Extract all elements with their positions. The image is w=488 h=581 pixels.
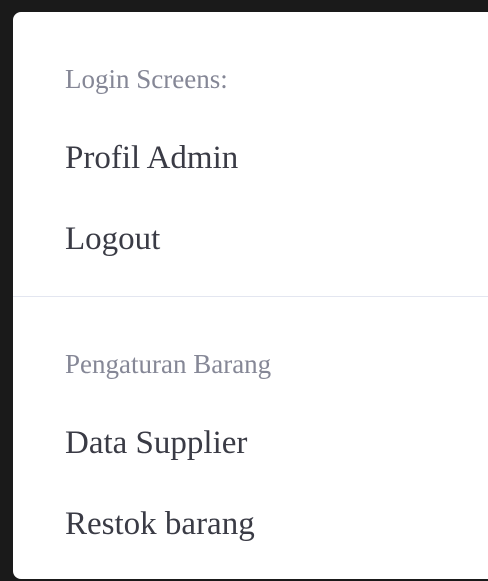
menu-item-profil-admin[interactable]: Profil Admin (65, 135, 238, 181)
menu-divider (13, 296, 488, 297)
section-header-login-screens: Login Screens: (65, 64, 228, 94)
menu-item-logout[interactable]: Logout (65, 216, 160, 262)
menu-item-restok-barang[interactable]: Restok barang (65, 501, 255, 547)
menu-item-data-supplier[interactable]: Data Supplier (65, 420, 247, 466)
section-header-pengaturan-barang: Pengaturan Barang (65, 349, 272, 379)
